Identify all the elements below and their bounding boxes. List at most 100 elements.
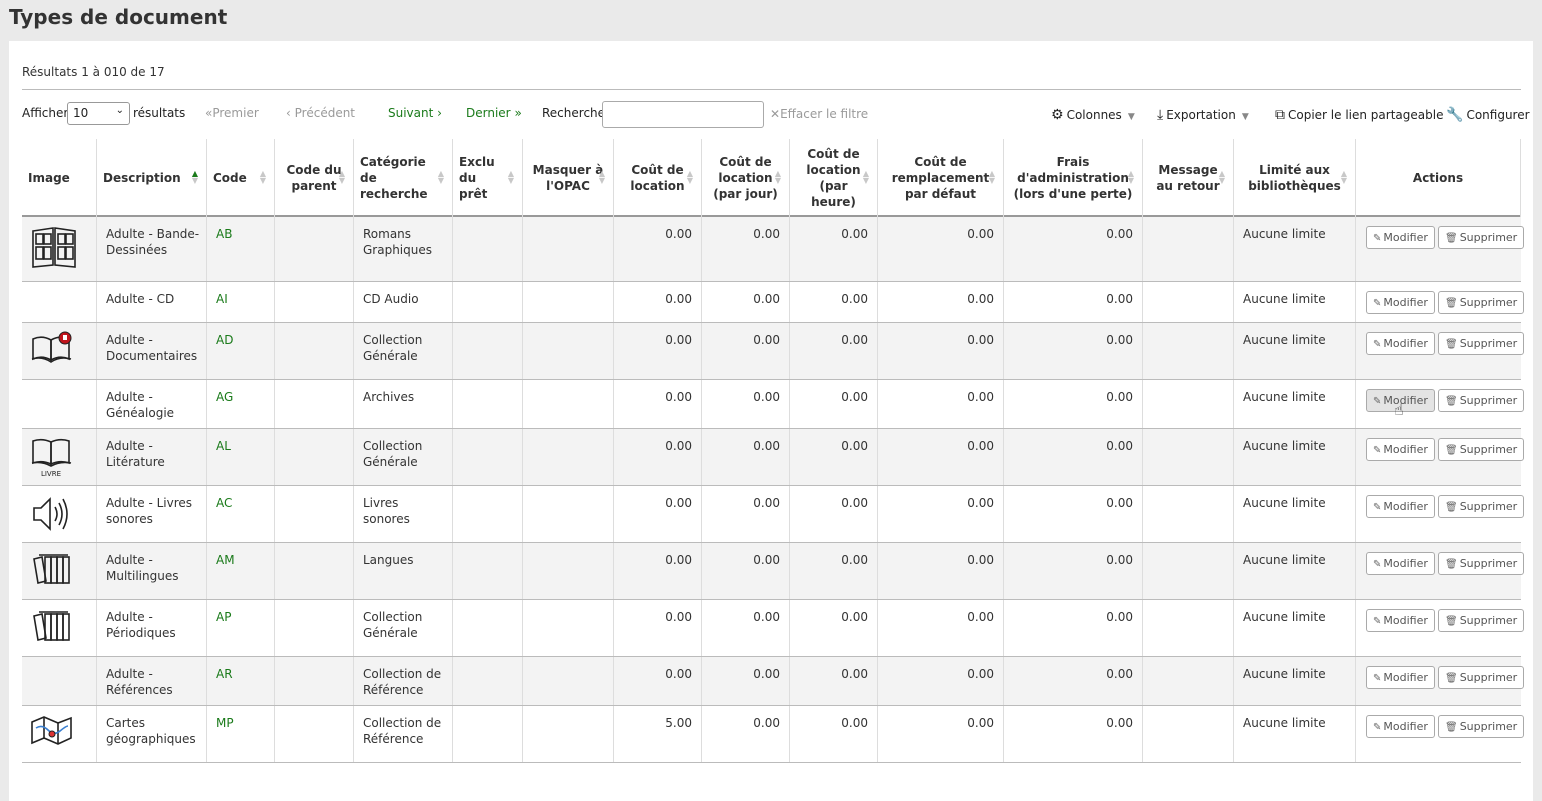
cell-parent-code: [275, 600, 354, 656]
cell-image: [22, 323, 97, 379]
delete-button[interactable]: 🗑 Supprimer: [1438, 715, 1525, 738]
cell-hide-opac: [523, 282, 614, 322]
column-header-code[interactable]: Code ▲ ▼: [207, 139, 275, 217]
column-header-description[interactable]: Description ▲ ▼: [97, 139, 207, 217]
cell-rental-charge-daily: 0.00: [702, 657, 790, 705]
columns-label: Colonnes: [1066, 108, 1122, 122]
delete-button[interactable]: 🗑 Supprimer: [1438, 389, 1525, 412]
delete-button[interactable]: 🗑 Supprimer: [1438, 609, 1525, 632]
edit-button[interactable]: ✎ Modifier: [1366, 495, 1435, 518]
delete-button[interactable]: 🗑 Supprimer: [1438, 438, 1525, 461]
column-header-search-category[interactable]: Catégorie de recherche ▲ ▼: [354, 139, 453, 217]
cell-search-category: Langues: [354, 543, 453, 599]
cell-code[interactable]: AL: [207, 429, 275, 485]
delete-button[interactable]: 🗑 Supprimer: [1438, 291, 1525, 314]
last-page-button[interactable]: Dernier »: [466, 106, 522, 120]
cell-hide-opac: [523, 486, 614, 542]
cell-code[interactable]: AD: [207, 323, 275, 379]
edit-button-label: Modifier: [1383, 500, 1428, 513]
next-page-button[interactable]: Suivant ›: [388, 106, 442, 120]
sort-icon: ▲ ▼: [437, 169, 444, 185]
cell-code[interactable]: AC: [207, 486, 275, 542]
page-length-value: 10: [73, 106, 89, 120]
copy-link-button[interactable]: ⧉ Copier le lien partageable: [1275, 107, 1443, 123]
trash-icon: 🗑: [1445, 298, 1458, 309]
page-length-select[interactable]: 10 ⌄: [67, 102, 130, 125]
edit-button[interactable]: ✎ Modifier: [1366, 291, 1435, 314]
edit-button[interactable]: ✎ Modifier: [1366, 438, 1435, 461]
previous-page-label: Précédent: [294, 106, 356, 120]
delete-button[interactable]: 🗑 Supprimer: [1438, 495, 1525, 518]
table-toolbar: Afficher 10 ⌄ résultats «Premier ‹ Précé…: [22, 101, 1530, 128]
cell-image: [22, 282, 97, 322]
delete-button[interactable]: 🗑 Supprimer: [1438, 666, 1525, 689]
edit-button-label: Modifier: [1383, 296, 1428, 309]
first-page-button[interactable]: «Premier: [205, 106, 259, 120]
edit-button[interactable]: ✎ Modifier: [1366, 226, 1435, 249]
item-types-table: Image Description ▲ ▼ Code ▲ ▼ Code du parent ▲ ▼…: [22, 139, 1525, 763]
previous-page-button[interactable]: ‹ Précédent: [286, 106, 355, 120]
chevron-left-icon: ‹: [286, 106, 291, 120]
cell-rental-charge-daily: 0.00: [702, 543, 790, 599]
edit-button[interactable]: ✎ Modifier: [1366, 332, 1435, 355]
table-body: Adulte - Bande-Dessinées AB Romans Graphiq…: [22, 217, 1525, 763]
cell-code[interactable]: AM: [207, 543, 275, 599]
delete-button[interactable]: 🗑 Supprimer: [1438, 226, 1525, 249]
columns-button[interactable]: ⚙ Colonnes ▼: [1051, 107, 1135, 123]
copy-icon: ⧉: [1275, 107, 1285, 123]
clear-filter-button[interactable]: ✕Effacer le filtre: [770, 107, 868, 121]
search-input[interactable]: [602, 101, 764, 128]
column-header-processing-fee[interactable]: Frais d'administration (lors d'une perte…: [1004, 139, 1143, 217]
export-button[interactable]: ⤓ Exportation ▼: [1157, 107, 1249, 123]
cell-code[interactable]: AP: [207, 600, 275, 656]
cell-hide-opac: [523, 380, 614, 428]
column-header-parent-code[interactable]: Code du parent ▲ ▼: [275, 139, 354, 217]
cell-code[interactable]: AR: [207, 657, 275, 705]
delete-button[interactable]: 🗑 Supprimer: [1438, 552, 1525, 575]
column-header-checkin-message[interactable]: Message au retour ▲ ▼: [1143, 139, 1234, 217]
cell-search-category: Livres sonores: [354, 486, 453, 542]
cell-rental-charge-hourly: 0.00: [790, 600, 878, 656]
column-header-library-limit[interactable]: Limité aux bibliothèques ▲ ▼: [1234, 139, 1356, 217]
edit-button-label: Modifier: [1383, 337, 1428, 350]
sort-icon: ▲ ▼: [774, 169, 781, 185]
column-header-label: Coût de location: [630, 163, 685, 193]
column-header-rental-charge[interactable]: Coût de location ▲ ▼: [614, 139, 702, 217]
cell-hide-opac: [523, 657, 614, 705]
sort-icon: ▲ ▼: [191, 169, 198, 185]
edit-button[interactable]: ✎ Modifier: [1366, 715, 1435, 738]
cell-description: Adulte - Documentaires: [97, 323, 207, 379]
delete-button[interactable]: 🗑 Supprimer: [1438, 332, 1525, 355]
cell-parent-code: [275, 657, 354, 705]
pencil-icon: ✎: [1373, 502, 1382, 513]
cell-code[interactable]: MP: [207, 706, 275, 762]
cell-code[interactable]: AI: [207, 282, 275, 322]
column-header-label: Coût de location (par heure): [806, 147, 861, 209]
column-header-hide-opac[interactable]: Masquer à l'OPAC ▲ ▼: [523, 139, 614, 217]
sort-icon: ▲ ▼: [1340, 169, 1347, 185]
sort-icon: ▲ ▼: [1218, 169, 1225, 185]
cell-not-for-loan: [453, 217, 523, 281]
edit-button[interactable]: ✎ Modifier: [1366, 609, 1435, 632]
column-header-replacement-cost[interactable]: Coût de remplacement par défaut ▲ ▼: [878, 139, 1004, 217]
column-header-label: Image: [28, 171, 70, 185]
cell-checkin-message: [1143, 657, 1234, 705]
show-label: Afficher: [22, 106, 69, 120]
column-header-rental-charge-daily[interactable]: Coût de location (par jour) ▲ ▼: [702, 139, 790, 217]
sort-icon: ▲ ▼: [1127, 169, 1134, 185]
cell-code[interactable]: AB: [207, 217, 275, 281]
column-header-not-for-loan[interactable]: Exclu du prêt ▲ ▼: [453, 139, 523, 217]
reference-book-icon: [30, 331, 74, 366]
cell-rental-charge-hourly: 0.00: [790, 486, 878, 542]
cell-search-category: Archives: [354, 380, 453, 428]
cell-replacement-cost: 0.00: [878, 282, 1004, 322]
edit-button-label: Modifier: [1383, 394, 1428, 407]
column-header-rental-charge-hourly[interactable]: Coût de location (par heure) ▲ ▼: [790, 139, 878, 217]
cell-rental-charge-daily: 0.00: [702, 486, 790, 542]
cell-code[interactable]: AG: [207, 380, 275, 428]
configure-button[interactable]: 🔧 Configurer: [1446, 107, 1530, 123]
cell-library-limit: Aucune limite: [1234, 600, 1356, 656]
edit-button[interactable]: ✎ Modifier: [1366, 666, 1435, 689]
edit-button[interactable]: ✎ Modifier: [1366, 552, 1435, 575]
column-header-label: Message au retour: [1156, 163, 1220, 193]
